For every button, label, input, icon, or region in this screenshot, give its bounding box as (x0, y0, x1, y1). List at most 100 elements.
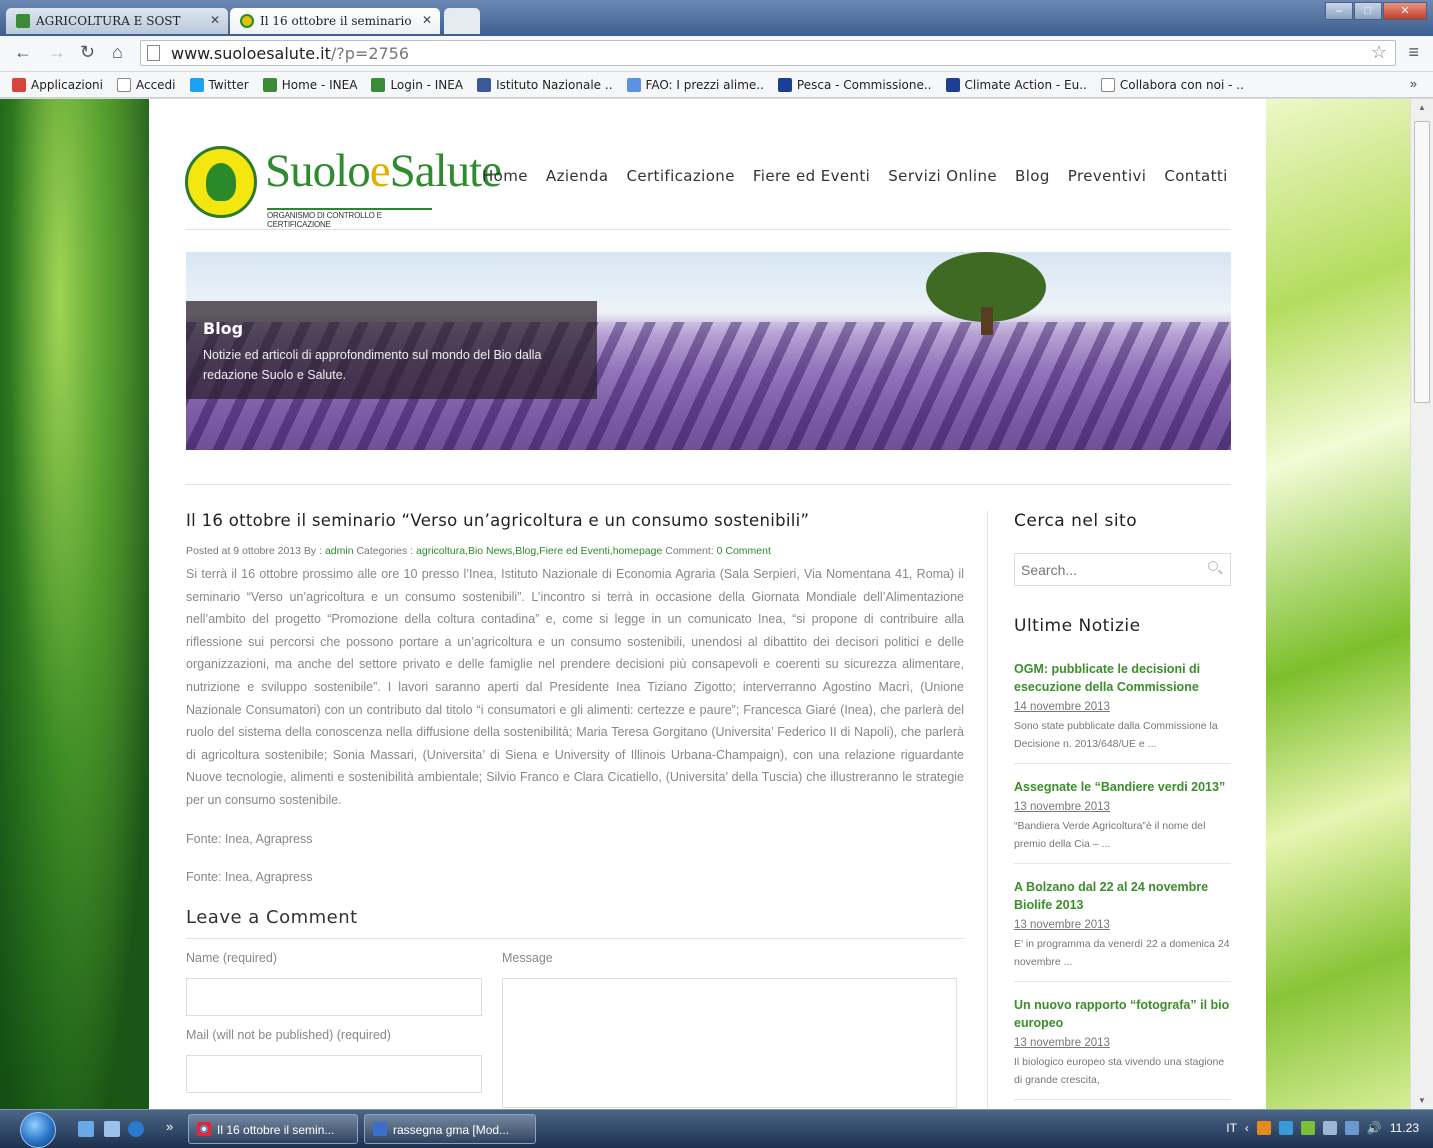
quicklaunch-chevron-icon[interactable]: » (166, 1119, 173, 1134)
browser-toolbar: ← → ↻ ⌂ www.suoloesalute.it/?p=2756 ☆ ≡ (0, 36, 1433, 72)
home-icon[interactable]: ⌂ (112, 42, 123, 63)
scroll-down-icon[interactable]: ▼ (1418, 1096, 1426, 1105)
tray-app-icon[interactable] (1300, 1121, 1315, 1135)
bookmark-item[interactable]: Login - INEA (371, 77, 464, 92)
bookmark-item[interactable]: Applicazioni (12, 77, 103, 92)
bookmark-item[interactable]: Home - INEA (262, 77, 357, 92)
back-arrow-icon[interactable]: ← (14, 42, 32, 63)
bookmark-label: Pesca - Commissione.. (796, 77, 932, 92)
nav-item-home[interactable]: Home (482, 167, 528, 185)
menu-icon[interactable]: ≡ (1408, 42, 1419, 63)
tray-expand-icon[interactable]: ‹ (1245, 1121, 1249, 1135)
name-label: Name (required) (186, 950, 278, 965)
divider (185, 484, 1231, 485)
switch-windows-icon[interactable] (104, 1121, 120, 1137)
bookmark-label: Login - INEA (390, 77, 464, 92)
message-label: Message (502, 950, 553, 965)
inea-icon (262, 77, 277, 92)
forward-arrow-icon[interactable]: → (48, 42, 66, 63)
search-box[interactable] (1014, 553, 1231, 586)
tray-app-icon[interactable] (1256, 1121, 1271, 1135)
nav-item-fiere-ed-eventi[interactable]: Fiere ed Eventi (753, 167, 870, 185)
internet-explorer-icon[interactable] (128, 1121, 144, 1137)
clock[interactable]: 11.23 (1390, 1121, 1419, 1135)
bookmark-item[interactable]: Twitter (189, 77, 249, 92)
address-bar[interactable]: www.suoloesalute.it/?p=2756 ☆ (140, 40, 1396, 66)
news-title-link[interactable]: Un nuovo rapporto “fotografa” il bio eur… (1014, 996, 1231, 1032)
news-title-link[interactable]: Assegnate le “Bandiere verdi 2013” (1014, 778, 1231, 796)
language-indicator[interactable]: IT (1226, 1121, 1237, 1135)
bookmark-item[interactable]: FAO: I prezzi alime.. (626, 77, 764, 92)
bookmark-item[interactable]: Collabora con noi - .. (1100, 77, 1244, 92)
article-source: Fonte: Inea, Agrapress (186, 870, 313, 885)
twitter-icon (189, 77, 204, 92)
scroll-thumb[interactable] (1414, 121, 1430, 403)
minimize-icon[interactable]: – (1325, 2, 1353, 20)
network-icon[interactable] (1344, 1121, 1359, 1135)
taskbar-button-label: Il 16 ottobre il semin... (217, 1123, 335, 1137)
bookmark-star-icon[interactable]: ☆ (1371, 42, 1387, 63)
meta-comment-label: Comment: (665, 545, 714, 557)
close-tab-icon[interactable]: ✕ (422, 13, 432, 27)
news-list: OGM: pubblicate le decisioni di esecuzio… (1014, 646, 1231, 1100)
nav-item-azienda[interactable]: Azienda (546, 167, 609, 185)
main-navigation: Home Azienda Certificazione Fiere ed Eventi… (482, 167, 1228, 185)
tray-app-icon[interactable] (1278, 1121, 1293, 1135)
page-scrollbar[interactable]: ▲ ▼ (1410, 99, 1433, 1109)
bookmark-item[interactable]: Istituto Nazionale .. (477, 77, 613, 92)
close-tab-icon[interactable]: ✕ (210, 13, 220, 27)
bookmark-item[interactable]: Climate Action - Eu.. (945, 77, 1087, 92)
news-date-link[interactable]: 13 novembre 2013 (1014, 1037, 1231, 1049)
taskbar-button-document[interactable]: rassegna gma [Mod... (364, 1114, 536, 1144)
volume-icon[interactable]: 🔊 (1367, 1121, 1382, 1135)
message-textarea[interactable] (502, 977, 957, 1108)
meta-categories-links[interactable]: agricoltura,Bio News,Blog,Fiere ed Event… (416, 545, 662, 557)
nav-item-preventivi[interactable]: Preventivi (1068, 167, 1147, 185)
tab-title: AGRICOLTURA E SOST (36, 14, 181, 28)
mail-label: Mail (will not be published) (required) (186, 1027, 391, 1042)
meta-categories-label: Categories : (356, 545, 414, 557)
logo-wordmark: SuoloeSalute (265, 145, 502, 197)
nav-item-servizi-online[interactable]: Servizi Online (888, 167, 997, 185)
start-button-icon[interactable] (20, 1112, 56, 1148)
bookmark-item[interactable]: Accedi (116, 77, 176, 92)
nav-item-contatti[interactable]: Contatti (1164, 167, 1227, 185)
search-icon[interactable] (1208, 561, 1218, 571)
facebook-icon (477, 77, 492, 92)
page-banner: Blog Notizie ed articoli di approfondime… (186, 252, 1231, 450)
meta-posted: Posted at 9 ottobre 2013 By : (186, 545, 323, 557)
mail-input[interactable] (186, 1054, 482, 1093)
news-title-link[interactable]: A Bolzano dal 22 al 24 novembre Biolife … (1014, 878, 1231, 914)
bookmark-item[interactable]: Pesca - Commissione.. (777, 77, 932, 92)
banner-subtitle: Notizie ed articoli di approfondimento s… (203, 348, 542, 382)
maximize-icon[interactable]: □ (1354, 2, 1382, 20)
nav-item-certificazione[interactable]: Certificazione (626, 167, 734, 185)
show-desktop-icon[interactable] (78, 1121, 94, 1137)
browser-tab-agricoltura[interactable]: AGRICOLTURA E SOST ✕ (6, 8, 228, 34)
reload-icon[interactable]: ↻ (80, 42, 95, 63)
browser-tab-seminario[interactable]: Il 16 ottobre il seminario ✕ (230, 8, 440, 34)
background-leaf-image (0, 99, 149, 1109)
search-input[interactable] (1015, 554, 1195, 585)
site-logo[interactable]: SuoloeSalute ORGANISMO DI CONTROLLO E CE… (185, 144, 502, 229)
close-window-icon[interactable]: ✕ (1383, 2, 1427, 20)
article-title[interactable]: Il 16 ottobre il seminario “Verso un’agr… (186, 511, 964, 530)
meta-comment-count-link[interactable]: 0 Comment (717, 545, 771, 557)
scroll-up-icon[interactable]: ▲ (1418, 103, 1426, 112)
taskbar-button-label: rassegna gma [Mod... (393, 1123, 510, 1137)
bookmarks-more-icon[interactable]: » (1410, 76, 1417, 91)
news-date-link[interactable]: 13 novembre 2013 (1014, 919, 1231, 931)
news-title-link[interactable]: OGM: pubblicate le decisioni di esecuzio… (1014, 660, 1231, 696)
name-input[interactable] (186, 977, 482, 1016)
tray-app-icon[interactable] (1322, 1121, 1337, 1135)
news-date-link[interactable]: 13 novembre 2013 (1014, 801, 1231, 813)
column-divider (987, 511, 988, 1109)
news-date-link[interactable]: 14 novembre 2013 (1014, 701, 1231, 713)
taskbar-button-chrome[interactable]: Il 16 ottobre il semin... (188, 1114, 358, 1144)
bookmark-label: Climate Action - Eu.. (964, 77, 1087, 92)
new-tab-button[interactable] (444, 8, 480, 34)
meta-author-link[interactable]: admin (325, 545, 354, 557)
nav-item-blog[interactable]: Blog (1015, 167, 1050, 185)
article-body: Si terrà il 16 ottobre prossimo alle ore… (186, 563, 964, 889)
banner-caption: Blog Notizie ed articoli di approfondime… (186, 301, 597, 399)
